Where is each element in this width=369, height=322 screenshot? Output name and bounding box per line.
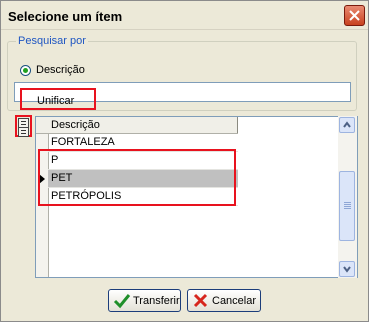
cancel-button[interactable]: Cancelar xyxy=(187,289,261,312)
grid-header: Descrição xyxy=(36,117,238,134)
title-bar[interactable]: Selecione um ítem xyxy=(1,1,368,30)
chevron-up-icon xyxy=(343,121,351,128)
dialog-title: Selecione um ítem xyxy=(8,9,123,24)
scroll-up-button[interactable] xyxy=(339,117,355,133)
column-divider xyxy=(237,117,238,133)
close-button[interactable] xyxy=(344,5,365,26)
cross-icon xyxy=(193,293,208,308)
transfer-button-label: Transferir xyxy=(133,295,180,307)
scroll-down-button[interactable] xyxy=(339,261,355,277)
vertical-scrollbar[interactable] xyxy=(338,116,357,278)
search-input-value: Unificar xyxy=(37,95,75,107)
transfer-button[interactable]: Transferir xyxy=(108,289,181,312)
dialog-window: Selecione um ítem Pesquisar por Descriçã… xyxy=(0,0,369,322)
rows-highlight xyxy=(38,149,236,206)
chevron-down-icon xyxy=(343,266,351,273)
cancel-button-label: Cancelar xyxy=(212,295,257,307)
check-icon xyxy=(113,294,131,309)
radio-label: Descrição xyxy=(36,64,85,76)
radio-selected-dot xyxy=(23,68,28,73)
column-header-descricao[interactable]: Descrição xyxy=(51,119,100,131)
scroll-thumb[interactable] xyxy=(339,171,355,241)
row-cell: FORTALEZA xyxy=(51,136,115,148)
nav-down-button[interactable] xyxy=(18,127,29,137)
search-group-label: Pesquisar por xyxy=(16,35,88,47)
radio-button[interactable] xyxy=(20,65,31,76)
close-x-icon xyxy=(349,10,360,21)
